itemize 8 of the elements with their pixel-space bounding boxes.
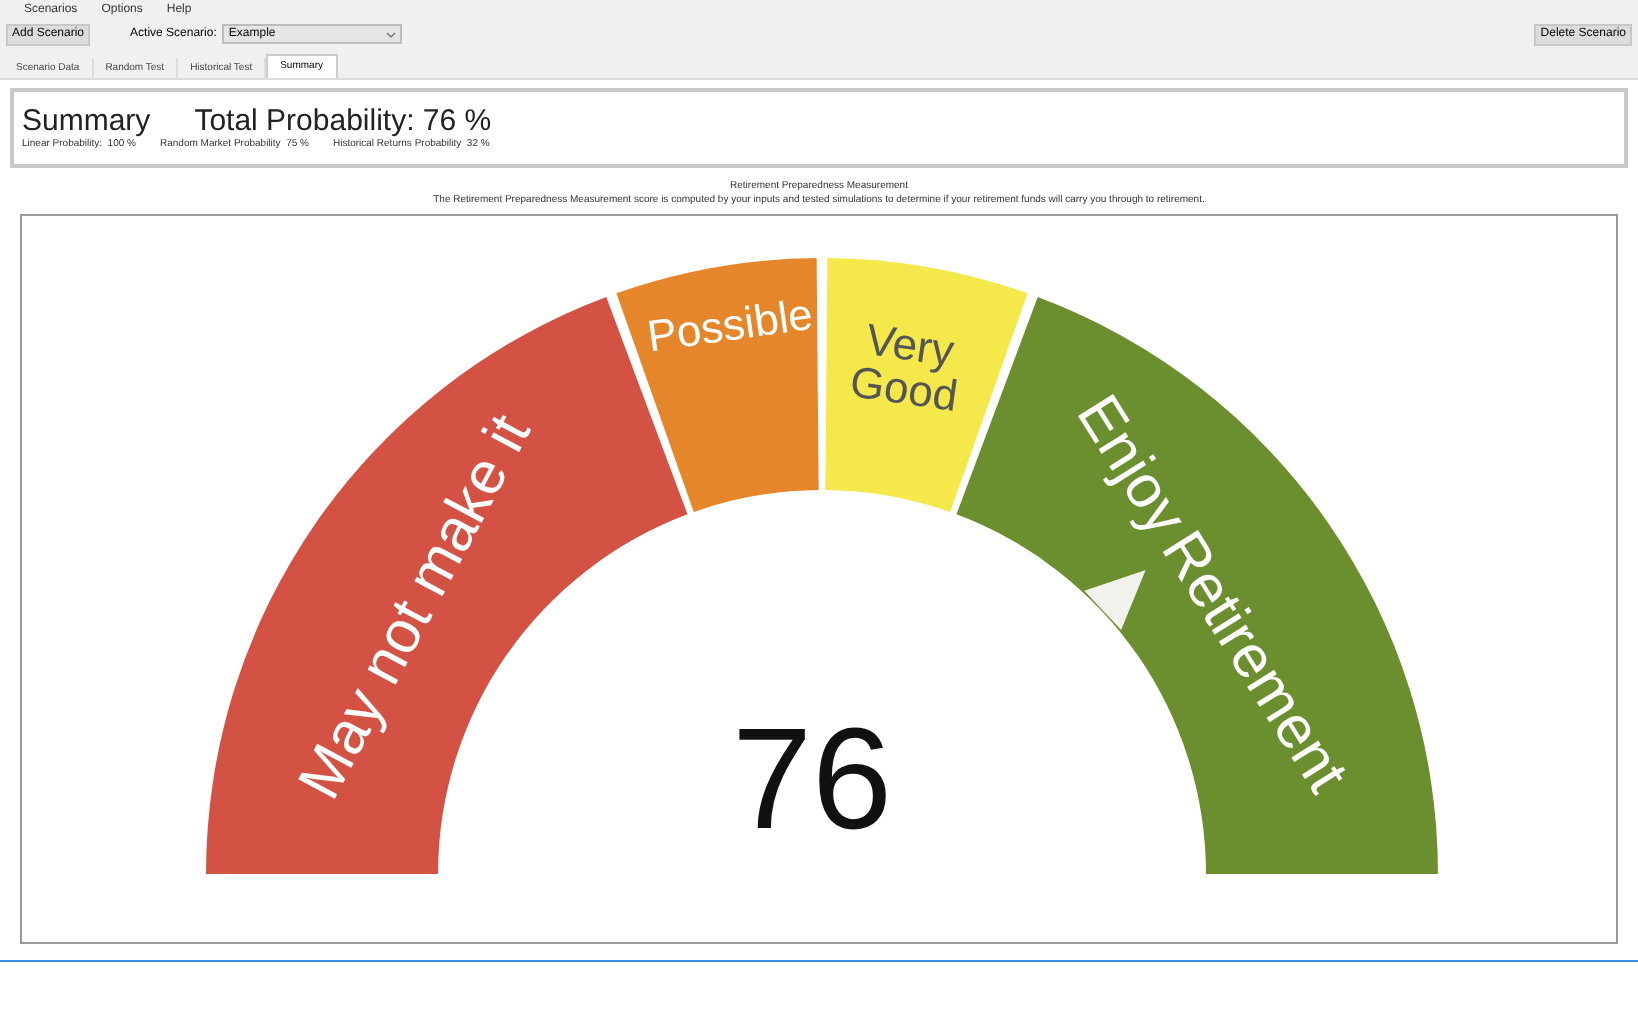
segment-label: May not make it (286, 404, 544, 810)
segment-label: Very Good (847, 314, 961, 421)
total-probability: Total Probability: 76 % (194, 106, 492, 136)
segment-label: Possible (644, 288, 816, 362)
gauge-pointer (1084, 570, 1146, 631)
chevron-down-icon (386, 31, 397, 37)
summary-title: Summary (22, 106, 151, 136)
score-value: 76 (731, 700, 893, 860)
